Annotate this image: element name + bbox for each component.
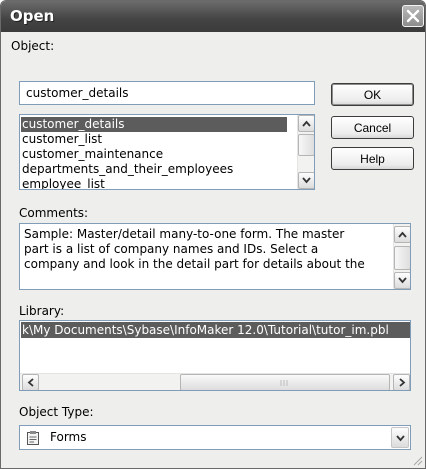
chevron-down-icon [398,277,407,284]
scroll-thumb[interactable] [298,134,314,156]
library-item-selected[interactable]: k\My Documents\Sybase\InfoMaker 12.0\Tut… [21,322,410,338]
dropdown-button[interactable] [391,427,409,448]
close-button[interactable] [402,5,424,27]
scroll-down-button[interactable] [394,272,410,289]
chevron-left-icon [27,378,34,387]
object-list[interactable]: customer_details customer_list customer_… [19,114,315,190]
library-scrollbar[interactable] [20,373,410,390]
comments-text: Sample: Master/detail many-to-one form. … [24,227,374,272]
horizontal-scroll-thumb[interactable] [180,374,390,390]
form-icon [27,431,39,445]
window-title: Open [10,7,55,25]
comment-line: Sample: Master/detail many-to-one form. … [24,227,345,241]
object-name-input[interactable]: customer_details [19,81,315,105]
chevron-up-icon [398,231,407,238]
ok-button[interactable]: OK [331,83,414,106]
object-type-value: Forms [50,430,87,444]
comments-scrollbar[interactable] [393,224,410,289]
grip-icon [280,380,288,386]
object-list-scrollbar[interactable] [297,115,314,189]
scroll-left-button[interactable] [22,374,39,390]
comment-line: part is a list of company names and IDs.… [24,242,319,256]
list-item-employee-list[interactable]: employee_list [21,177,105,189]
library-label: Library: [19,304,65,318]
list-item-departments[interactable]: departments_and_their_employees [21,162,233,177]
scroll-right-button[interactable] [393,374,410,390]
comments-box: Sample: Master/detail many-to-one form. … [19,223,411,290]
chevron-up-icon [302,120,311,127]
library-list[interactable]: k\My Documents\Sybase\InfoMaker 12.0\Tut… [19,320,411,391]
list-item-customer-maintenance[interactable]: customer_maintenance [21,147,163,162]
object-label: Object: [11,39,55,53]
scroll-down-button[interactable] [298,172,314,189]
cancel-button[interactable]: Cancel [331,116,414,139]
comments-label: Comments: [19,206,89,220]
list-item-customer-list[interactable]: customer_list [21,132,102,147]
scroll-thumb[interactable] [394,246,410,270]
help-button[interactable]: Help [331,147,414,170]
chevron-right-icon [399,378,406,387]
chevron-down-icon [302,177,311,184]
close-icon [406,9,420,23]
object-type-select[interactable]: Forms [19,425,411,450]
comment-line: company and look in the detail part for … [24,257,365,271]
scroll-up-button[interactable] [394,226,410,243]
chevron-down-icon [396,435,405,442]
open-dialog: Open Object: customer_details OK Cancel … [0,0,426,469]
list-item-customer-details[interactable]: customer_details [21,117,287,132]
resize-grip-icon[interactable] [411,454,423,466]
scroll-up-button[interactable] [298,115,314,132]
object-type-label: Object Type: [19,405,94,419]
title-bar: Open [1,1,425,32]
